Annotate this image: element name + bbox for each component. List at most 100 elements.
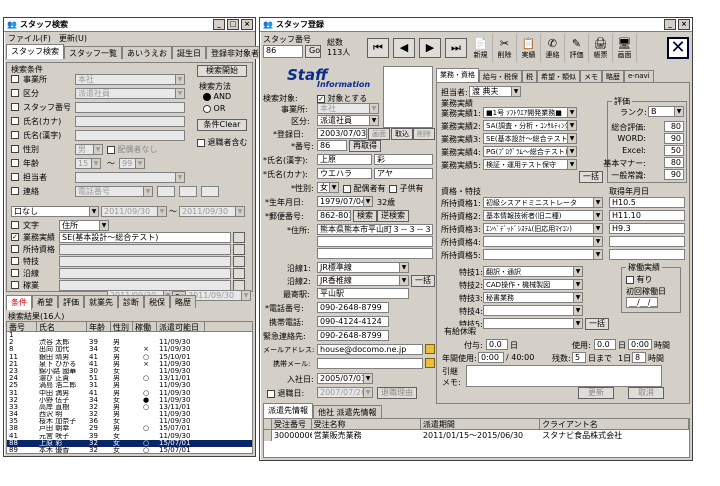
qual-date-field[interactable] bbox=[609, 236, 685, 247]
bottom-tab-1[interactable]: 他社 派遣先情報 bbox=[313, 405, 382, 418]
line-bulk-button[interactable]: 一括 bbox=[411, 275, 435, 287]
or-radio[interactable] bbox=[203, 104, 211, 113]
eval-field[interactable]: 80 bbox=[664, 157, 684, 168]
child-checkbox[interactable] bbox=[389, 184, 397, 193]
table-row[interactable]: 38 戸田 朝幸 29 男 ○ 15/07/01 bbox=[7, 425, 252, 432]
bottom-condition-field[interactable] bbox=[59, 256, 231, 267]
date-from-field[interactable]: 2011/09/30 ▼ bbox=[101, 206, 167, 217]
mail-field[interactable]: house@docomo.ne.jp bbox=[317, 344, 423, 355]
qual-select[interactable]: ▼ bbox=[483, 236, 603, 247]
bottom-condition-button[interactable] bbox=[233, 244, 245, 255]
use-time-field[interactable]: 0:00 bbox=[628, 339, 652, 350]
eval-field[interactable]: 90 bbox=[664, 169, 684, 180]
result-col-header[interactable]: 氏名 bbox=[37, 322, 87, 332]
leave-date-field[interactable]: 2007/07/26 ▼ bbox=[317, 387, 373, 398]
first-name-kanji[interactable]: 彩 bbox=[374, 154, 433, 165]
station-field[interactable]: 平山駅 bbox=[317, 288, 409, 299]
condition-field[interactable]: 男 ▼ bbox=[75, 144, 103, 155]
condition-checkbox[interactable] bbox=[11, 159, 19, 167]
reacquire-button[interactable]: 再取得 bbox=[349, 140, 381, 152]
table-row[interactable]: 32 小野 伍子 34 女 ● 11/09/30 bbox=[7, 397, 252, 404]
zip-search-button[interactable]: 検索 bbox=[353, 210, 377, 222]
memo-field[interactable] bbox=[466, 365, 662, 387]
day-hours-field[interactable]: 8 bbox=[632, 352, 646, 363]
bottom-condition-field[interactable]: 住所 ▼ bbox=[59, 220, 109, 231]
bottom-condition-button[interactable] bbox=[233, 256, 245, 267]
new-tool-button[interactable]: 📄 新規 bbox=[469, 34, 493, 62]
skill-select[interactable]: ▼ bbox=[483, 305, 583, 316]
close-button[interactable]: × bbox=[678, 19, 690, 30]
retired-checkbox[interactable] bbox=[197, 138, 205, 147]
condition-field[interactable]: 本社 ▼ bbox=[75, 74, 185, 85]
maximize-button[interactable]: □ bbox=[227, 19, 239, 30]
line2-select[interactable]: JR香椎線 ▼ bbox=[317, 275, 409, 286]
birthdate-field[interactable]: 1979/07/04 ▼ bbox=[317, 196, 373, 207]
contact-tool-button[interactable]: ✆ 連絡 bbox=[541, 34, 565, 62]
done-tool-button[interactable]: 📋 実績 bbox=[517, 34, 541, 62]
bottom-condition-checkbox[interactable] bbox=[11, 269, 19, 277]
sex-select[interactable]: 女 ▼ bbox=[317, 182, 339, 193]
menu-file[interactable]: ファイル(F) bbox=[8, 33, 51, 44]
table-row[interactable]: 41 元宮 咲子 39 女 11/09/30 bbox=[7, 433, 252, 440]
condition-field[interactable]: 電話番号 ▼ bbox=[75, 186, 153, 197]
date-to-field[interactable]: 2011/09/30 ▼ bbox=[179, 206, 245, 217]
condition-checkbox[interactable] bbox=[11, 187, 19, 195]
condition-checkbox[interactable] bbox=[11, 103, 19, 111]
condition-checkbox[interactable] bbox=[11, 173, 19, 181]
result-col-header[interactable]: 番号 bbox=[7, 322, 37, 332]
emergency-field[interactable]: 090-2648-8799 bbox=[317, 330, 389, 341]
print-tool-button[interactable]: 🖨 帳票 bbox=[589, 34, 613, 62]
subtab-1[interactable]: 希望 bbox=[32, 295, 58, 308]
bottom-condition-checkbox[interactable] bbox=[11, 245, 19, 253]
skills-bulk-button[interactable]: 一括 bbox=[585, 318, 609, 330]
job-select[interactable]: SE(基本設計～総合テスト) ▼ bbox=[483, 133, 577, 144]
detail-tab-0[interactable]: 業務・資格 bbox=[436, 68, 479, 83]
reverse-search-button[interactable]: 逆検索 bbox=[377, 210, 409, 222]
leave-checkbox[interactable] bbox=[267, 389, 275, 398]
job-select[interactable]: ■1号 ｿﾌﾄｳｴｱ開発業務■ ▼ bbox=[483, 107, 577, 118]
kado-date-field[interactable]: __/__/__ bbox=[626, 297, 658, 308]
go-button[interactable]: Go bbox=[305, 45, 321, 58]
photo-box[interactable] bbox=[383, 66, 433, 128]
qual-select[interactable]: ▼ bbox=[483, 249, 603, 260]
skill-select[interactable]: 翻訳・通訳 ▼ bbox=[483, 266, 583, 277]
age-to-field[interactable]: 99 ▼ bbox=[119, 158, 145, 169]
skill-select[interactable]: 秘書業務 ▼ bbox=[483, 292, 583, 303]
result-col-header[interactable]: 稼働 bbox=[133, 322, 157, 332]
dispatch-col-header[interactable]: 受注名称 bbox=[312, 419, 421, 429]
qual-select[interactable]: ｴﾝﾍﾞﾃﾞｯﾄﾞｼｽﾃﾑ(旧応用ﾏｲｺﾝ) ▼ bbox=[483, 223, 603, 234]
and-radio[interactable] bbox=[203, 92, 211, 101]
tab-birthday[interactable]: 誕生日 bbox=[172, 46, 206, 59]
skill-select[interactable]: CAD操作・機械製図 ▼ bbox=[483, 279, 583, 290]
qual-date-field[interactable]: H9.3 bbox=[609, 223, 685, 234]
subtab-0[interactable]: 条件 bbox=[6, 295, 32, 310]
reg-screen-button[interactable]: 画面 bbox=[368, 128, 390, 140]
bottom-tab-0[interactable]: 派遣先情報 bbox=[263, 403, 313, 418]
qual-date-field[interactable] bbox=[609, 249, 685, 260]
job-select[interactable]: 検証・運用テスト保守 ▼ bbox=[483, 159, 577, 170]
contact-field[interactable] bbox=[157, 186, 175, 197]
line1-select[interactable]: JR標準線 ▼ bbox=[317, 262, 409, 273]
cancel-button[interactable]: 取消 bbox=[628, 387, 664, 399]
subtab-3[interactable]: 就業先 bbox=[84, 295, 118, 308]
annual-use-field[interactable]: 0:00 bbox=[478, 352, 504, 363]
clear-button[interactable]: 条件Clear bbox=[197, 119, 247, 131]
table-row[interactable]: 88 上原 彩 32 女 ○ 15/07/01 bbox=[7, 439, 252, 447]
condition-field[interactable]: ▼ bbox=[75, 172, 185, 183]
job-select[interactable]: PG(ﾌﾟﾛｸﾞﾗﾑ～総合テスト) ▼ bbox=[483, 146, 577, 157]
table-row[interactable]: 33 高岸 直樹 32 男 ○ 13/11/01 bbox=[7, 404, 252, 411]
subtab-2[interactable]: 評価 bbox=[58, 295, 84, 308]
table-row[interactable]: 34 西沢 明 32 男 11/09/30 bbox=[7, 411, 252, 418]
first-name-kana[interactable]: アヤ bbox=[374, 168, 433, 179]
minimize-button[interactable]: _ bbox=[664, 19, 676, 30]
jobs-bulk-button[interactable]: 一括 bbox=[579, 171, 603, 183]
remaining-field[interactable]: 5 bbox=[572, 352, 586, 363]
qual-date-field[interactable]: H11.10 bbox=[609, 210, 685, 221]
table-row[interactable]: 25 渦島 浩二郎 31 男 11/09/30 bbox=[7, 382, 252, 389]
condition-field[interactable]: 15 ▼ bbox=[75, 158, 101, 169]
and-none-select[interactable]: 口なし ▼ bbox=[11, 206, 99, 217]
last-record-icon[interactable]: ⏭ bbox=[445, 38, 467, 58]
title-bar[interactable]: 👥 スタッフ登録 _ × bbox=[260, 18, 692, 32]
skill-select[interactable]: ▼ bbox=[483, 318, 583, 329]
tab-aiueo[interactable]: あいうえお bbox=[122, 46, 172, 59]
